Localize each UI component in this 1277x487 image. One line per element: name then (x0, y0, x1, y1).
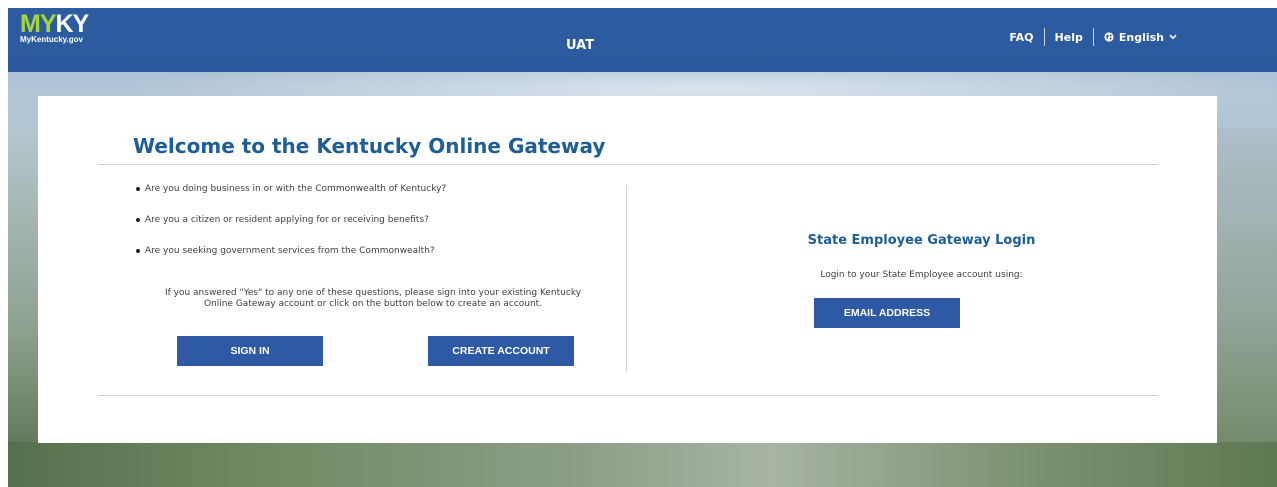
chevron-down-icon (1169, 34, 1177, 40)
create-account-button[interactable]: CREATE ACCOUNT (428, 336, 574, 366)
sign-in-button[interactable]: SIGN IN (177, 336, 323, 366)
nav-divider (1092, 28, 1094, 46)
page-frame: MYKY MyKentucky.gov UAT FAQ Help English… (8, 8, 1277, 487)
faq-link[interactable]: FAQ (1009, 31, 1033, 44)
nav-divider (1043, 28, 1045, 46)
logo-mark: MYKY (20, 10, 90, 38)
bottom-divider (98, 395, 1158, 396)
question-item: Are you doing business in or with the Co… (133, 182, 613, 213)
question-item: Are you seeking government services from… (133, 244, 613, 275)
background-ground (8, 442, 1277, 487)
environment-label: UAT (566, 38, 595, 53)
question-item: Are you a citizen or resident applying f… (133, 213, 613, 244)
kog-login-section: Are you doing business in or with the Co… (133, 182, 613, 366)
instructions-text: If you answered "Yes" to any one of thes… (133, 288, 613, 310)
email-address-button[interactable]: EMAIL ADDRESS (814, 298, 960, 328)
mykentucky-logo[interactable]: MYKY MyKentucky.gov (20, 10, 90, 45)
logo-ky-text: KY (55, 10, 90, 38)
instructions-line: Online Gateway account or click on the b… (203, 299, 543, 309)
bullet-icon (136, 218, 140, 222)
logo-my-text: MY (20, 10, 56, 38)
question-text: Are you seeking government services from… (145, 246, 435, 256)
language-dropdown[interactable]: English (1104, 31, 1177, 44)
top-header-bar: MYKY MyKentucky.gov UAT FAQ Help English (8, 8, 1277, 72)
header-nav: FAQ Help English (1009, 28, 1177, 46)
page-title: Welcome to the Kentucky Online Gateway (133, 134, 606, 158)
help-link[interactable]: Help (1055, 31, 1083, 44)
login-card: Welcome to the Kentucky Online Gateway A… (38, 96, 1217, 443)
state-employee-title: State Employee Gateway Login (807, 233, 1036, 248)
globe-icon (1104, 32, 1114, 42)
logo-subtitle: MyKentucky.gov (20, 35, 83, 44)
question-text: Are you a citizen or resident applying f… (145, 215, 429, 225)
state-employee-subtitle: Login to your State Employee account usi… (820, 270, 1023, 280)
language-label: English (1118, 30, 1164, 44)
instructions-line: If you answered "Yes" to any one of thes… (164, 288, 582, 298)
bullet-icon (136, 249, 140, 253)
question-text: Are you doing business in or with the Co… (145, 184, 447, 194)
bullet-icon (136, 187, 140, 191)
background-right-scenery (1217, 128, 1277, 468)
eligibility-questions: Are you doing business in or with the Co… (133, 182, 613, 275)
state-employee-login-section: State Employee Gateway Login Login to yo… (626, 96, 1217, 443)
